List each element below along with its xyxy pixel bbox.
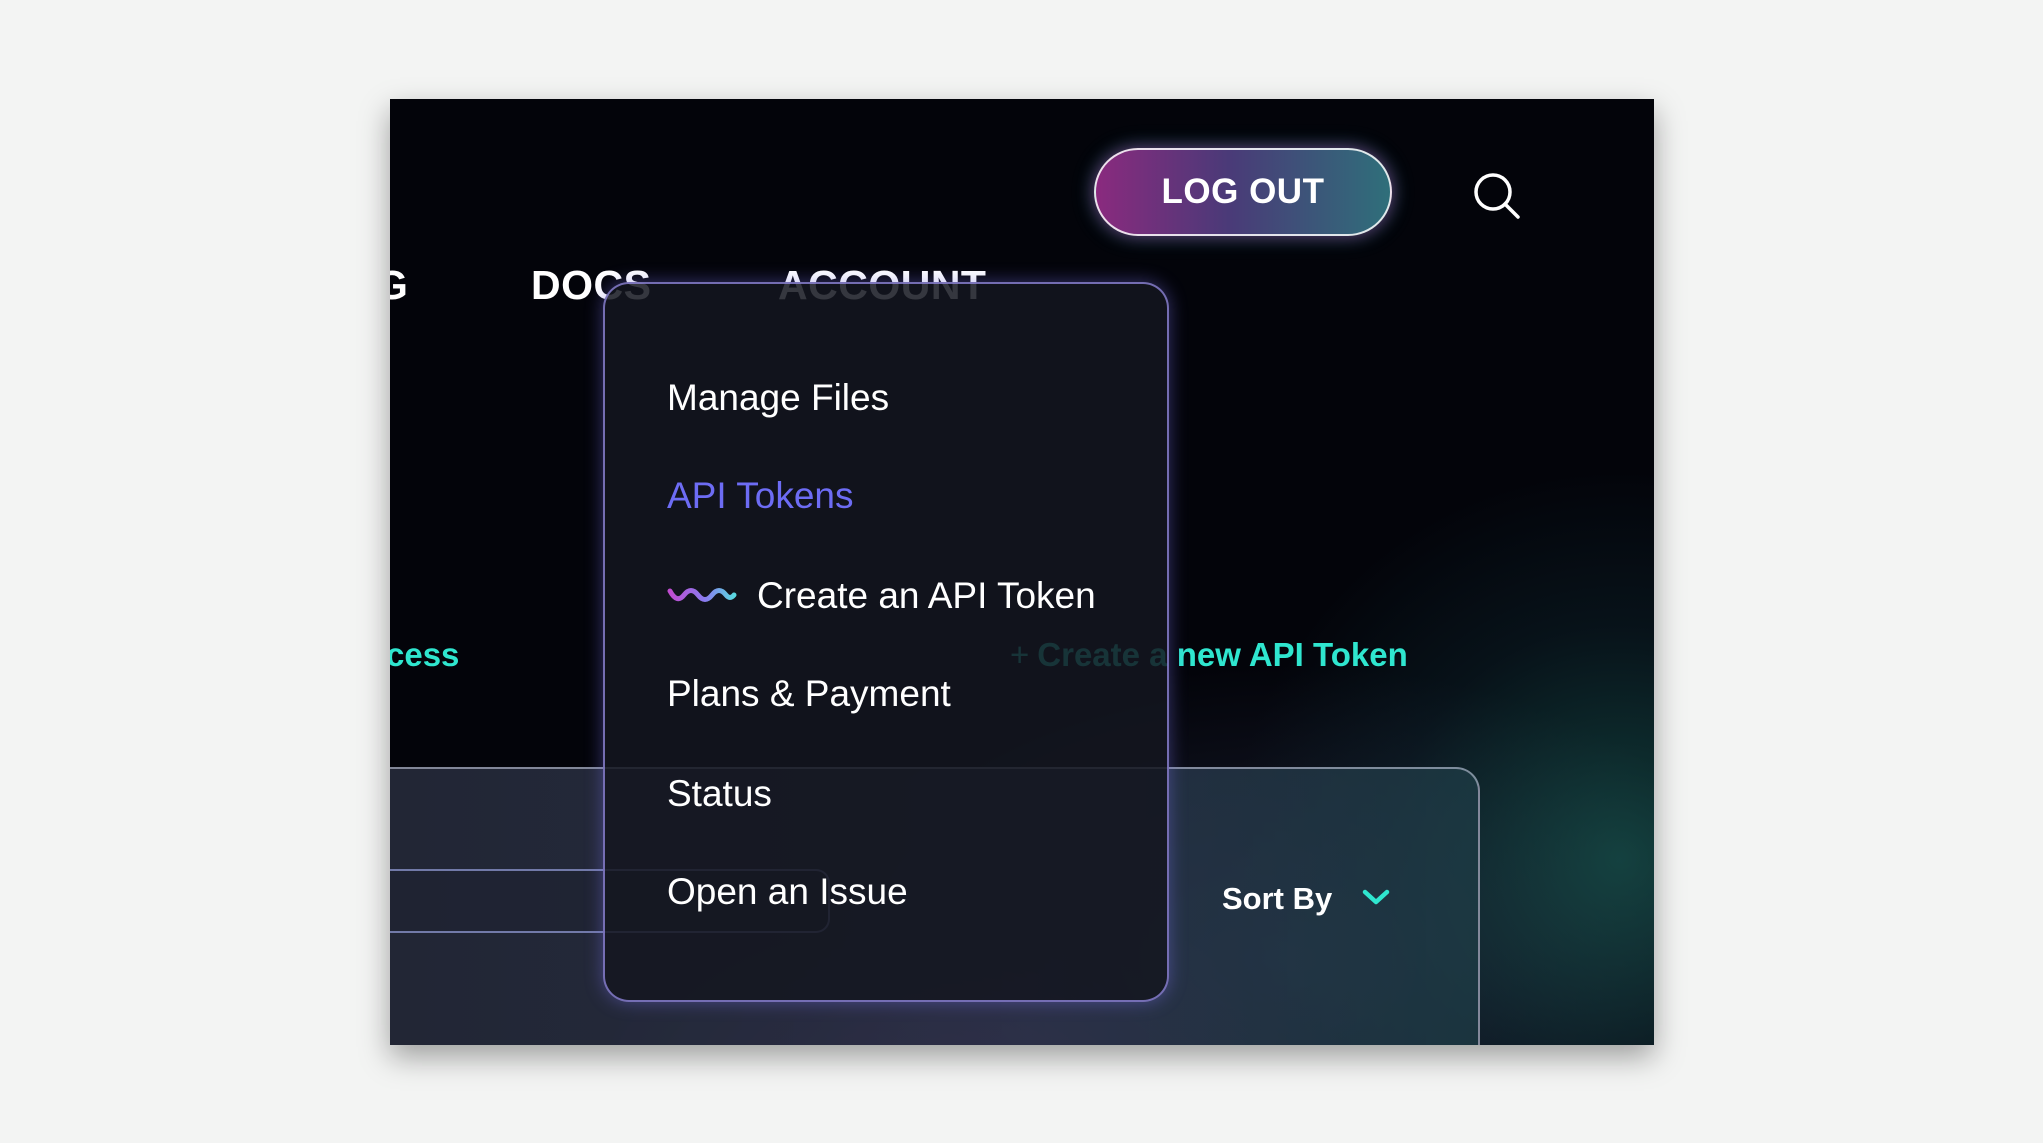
menu-item-plans-payment[interactable]: Plans & Payment [667, 675, 951, 712]
menu-item-create-api-token-label: Create an API Token [757, 575, 1096, 616]
wave-icon [667, 577, 737, 614]
account-dropdown-menu: Manage Files API Tokens Create an API To… [603, 282, 1169, 1002]
logout-button[interactable]: LOG OUT [1094, 148, 1392, 236]
nav-item-cut[interactable]: G [390, 265, 408, 306]
menu-item-manage-files[interactable]: Manage Files [667, 379, 889, 416]
search-icon[interactable] [1472, 171, 1522, 221]
menu-item-api-tokens[interactable]: API Tokens [667, 477, 853, 514]
sort-by-label: Sort By [1222, 881, 1333, 916]
sort-by-dropdown[interactable]: Sort By [1222, 881, 1390, 917]
background-link-partial[interactable]: cess [390, 636, 459, 674]
app-window: G DOCS ACCOUNT LOG OUT cess +Create a ne… [390, 99, 1654, 1045]
menu-item-create-api-token[interactable]: Create an API Token [667, 577, 1096, 614]
chevron-down-icon [1362, 888, 1390, 911]
menu-item-status[interactable]: Status [667, 775, 772, 812]
menu-item-open-issue[interactable]: Open an Issue [667, 873, 908, 910]
